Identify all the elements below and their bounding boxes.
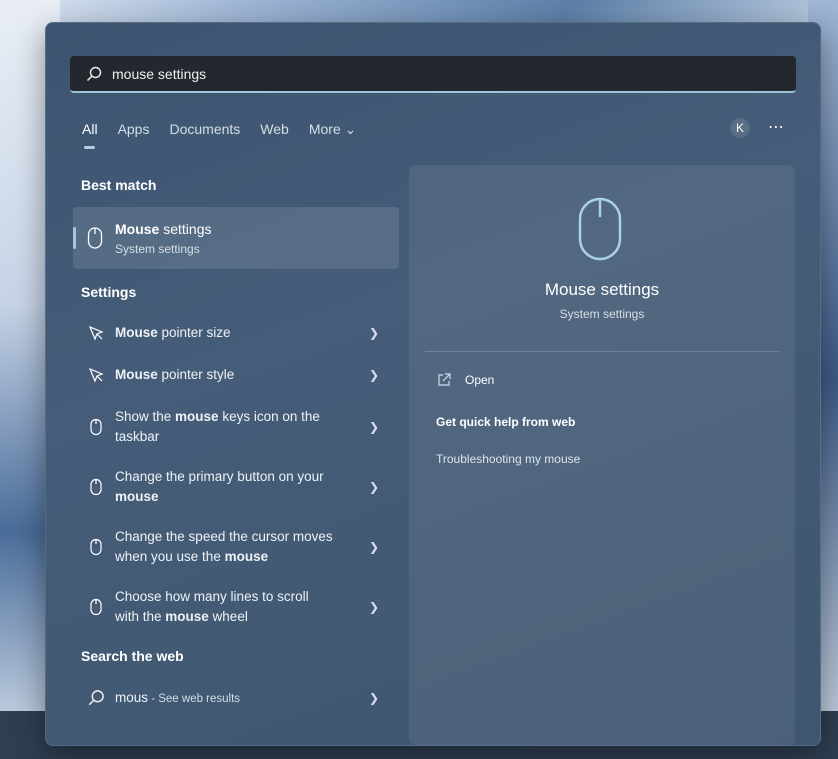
tab-all[interactable]: All	[82, 121, 98, 149]
preview-title: Mouse settings	[544, 280, 660, 299]
tab-apps[interactable]: Apps	[118, 121, 150, 138]
quick-help-heading: Get quick help from web	[436, 415, 576, 429]
filter-tabs: All Apps Documents Web More ⌄	[82, 121, 376, 149]
divider	[425, 351, 779, 352]
mouse-icon	[90, 418, 102, 436]
tab-documents[interactable]: Documents	[169, 121, 240, 138]
settings-item-label: Mouse pointer size	[115, 325, 231, 340]
web-suffix: - See web results	[148, 692, 241, 705]
best-match-heading: Best match	[81, 177, 157, 193]
chevron-right-icon: ❯	[368, 420, 379, 434]
chevron-right-icon: ❯	[368, 540, 379, 554]
more-options-icon[interactable]: ⋯	[768, 117, 785, 137]
chevron-right-icon: ❯	[368, 600, 379, 614]
mouse-icon	[90, 478, 102, 496]
best-match-item[interactable]: Mouse settings System settings	[73, 207, 399, 269]
search-panel: mouse settings All Apps Documents Web Mo…	[45, 22, 821, 746]
best-match-subtitle: System settings	[115, 242, 200, 256]
settings-item[interactable]: Change the speed the cursor moves when y…	[73, 525, 399, 569]
preview-subtitle: System settings	[559, 307, 645, 321]
settings-item-label: Mouse pointer style	[115, 367, 235, 382]
mouse-icon	[578, 197, 622, 261]
mouse-icon	[87, 227, 103, 249]
troubleshooting-link[interactable]: Troubleshooting my mouse	[436, 452, 580, 466]
pointer-icon	[88, 367, 104, 383]
open-label: Open	[465, 373, 495, 387]
mouse-icon	[90, 598, 102, 616]
search-web-heading: Search the web	[81, 648, 184, 664]
settings-item-label: Change the primary button on your mouse	[115, 469, 324, 504]
chevron-right-icon: ❯	[368, 480, 379, 494]
settings-item[interactable]: Mouse pointer style ❯	[73, 363, 399, 387]
settings-item[interactable]: Show the mouse keys icon on the taskbar …	[73, 405, 399, 449]
search-input[interactable]: mouse settings	[70, 56, 796, 93]
settings-item[interactable]: Change the primary button on your mouse …	[73, 465, 399, 509]
open-action[interactable]: Open	[437, 373, 494, 387]
settings-item[interactable]: Choose how many lines to scroll with the…	[73, 585, 399, 629]
settings-item-label: Change the speed the cursor moves when y…	[115, 529, 333, 564]
tab-more[interactable]: More ⌄	[309, 121, 357, 138]
search-icon	[88, 690, 104, 706]
settings-item-label: Show the mouse keys icon on the taskbar	[115, 409, 320, 444]
best-match-title: Mouse settings	[115, 221, 212, 237]
search-value: mouse settings	[112, 65, 207, 82]
chevron-right-icon: ❯	[368, 368, 379, 382]
chevron-right-icon: ❯	[368, 691, 379, 705]
settings-item-label: Choose how many lines to scroll with the…	[115, 589, 309, 624]
settings-item[interactable]: Mouse pointer size ❯	[73, 321, 399, 345]
chevron-right-icon: ❯	[368, 326, 379, 340]
pointer-icon	[88, 325, 104, 341]
tab-web[interactable]: Web	[260, 121, 289, 138]
avatar[interactable]: K	[730, 118, 750, 138]
search-icon	[86, 66, 102, 81]
web-query: mous	[115, 689, 149, 705]
web-search-item[interactable]: mous - See web results ❯	[73, 686, 399, 710]
mouse-icon	[90, 538, 102, 556]
open-external-icon	[438, 373, 451, 386]
settings-heading: Settings	[81, 284, 137, 300]
selection-indicator	[73, 227, 76, 249]
preview-pane: Mouse settings System settings Open Get …	[409, 165, 795, 745]
